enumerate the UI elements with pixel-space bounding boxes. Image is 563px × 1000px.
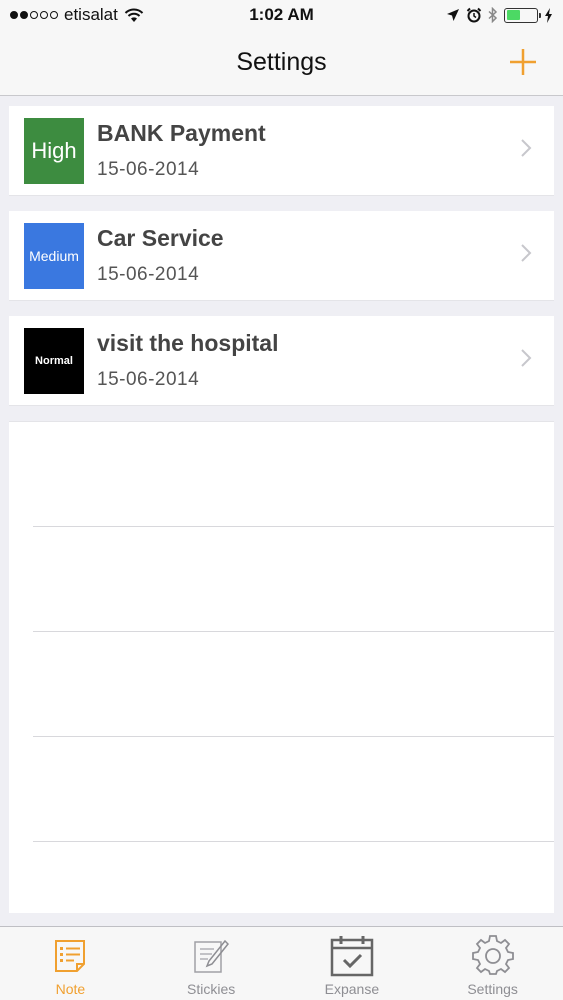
- row-separator: [33, 736, 554, 737]
- gear-icon: [469, 933, 517, 979]
- tab-label: Stickies: [187, 981, 236, 997]
- note-title: Car Service: [97, 225, 224, 251]
- priority-label: High: [31, 137, 77, 163]
- chevron-right-icon: [521, 349, 532, 367]
- note-text: Car Service 15-06-2014: [97, 225, 224, 286]
- note-item-visit-hospital[interactable]: Normal visit the hospital 15-06-2014: [9, 316, 554, 406]
- pencil-icon: [187, 933, 235, 979]
- note-icon: [46, 933, 94, 979]
- tab-note[interactable]: Note: [10, 927, 130, 997]
- chevron-right-icon: [521, 244, 532, 262]
- page-title: Settings: [236, 48, 327, 76]
- row-separator: [33, 526, 554, 527]
- charging-icon: [545, 7, 552, 23]
- priority-badge: Medium: [24, 222, 84, 289]
- tab-stickies[interactable]: Stickies: [151, 927, 271, 997]
- priority-badge: High: [24, 117, 84, 184]
- note-item-car-service[interactable]: Medium Car Service 15-06-2014: [9, 211, 554, 301]
- carrier-name: etisalat: [64, 5, 118, 24]
- priority-label: Medium: [29, 247, 79, 264]
- note-date: 15-06-2014: [97, 159, 200, 180]
- chevron-right-icon: [521, 139, 532, 157]
- signal-icon: [10, 11, 58, 19]
- status-right: [446, 7, 553, 23]
- location-arrow-icon: [447, 9, 459, 21]
- priority-label: Normal: [35, 354, 73, 367]
- note-date: 15-06-2014: [97, 369, 200, 390]
- navigation-bar: Settings: [0, 30, 563, 96]
- tab-label: Note: [55, 981, 86, 997]
- bluetooth-icon: [488, 7, 498, 23]
- note-text: visit the hospital 15-06-2014: [97, 330, 278, 391]
- battery-icon: [504, 7, 541, 23]
- note-date: 15-06-2014: [97, 264, 200, 285]
- empty-list-area: [9, 421, 554, 913]
- tab-settings[interactable]: Settings: [433, 927, 553, 997]
- tab-expanse[interactable]: Expanse: [292, 927, 412, 997]
- note-item-bank-payment[interactable]: High BANK Payment 15-06-2014: [9, 106, 554, 196]
- plus-icon: [510, 49, 536, 75]
- priority-badge: Normal: [24, 327, 84, 394]
- status-left: etisalat: [10, 5, 144, 25]
- row-separator: [33, 841, 554, 842]
- add-note-button[interactable]: [505, 44, 541, 80]
- calendar-check-icon: [328, 933, 376, 979]
- note-title: visit the hospital: [97, 330, 279, 356]
- note-title: BANK Payment: [97, 120, 266, 146]
- note-text: BANK Payment 15-06-2014: [97, 120, 266, 181]
- tab-label: Expanse: [324, 981, 380, 997]
- tab-label: Settings: [467, 981, 518, 997]
- notes-list: High BANK Payment 15-06-2014 Medium Car …: [0, 96, 563, 926]
- status-bar: etisalat 1:02 AM: [0, 0, 563, 30]
- row-separator: [33, 631, 554, 632]
- wifi-icon: [124, 8, 144, 22]
- tab-bar: Note Stickies Expanse Settings: [0, 926, 563, 1000]
- alarm-icon: [466, 7, 482, 23]
